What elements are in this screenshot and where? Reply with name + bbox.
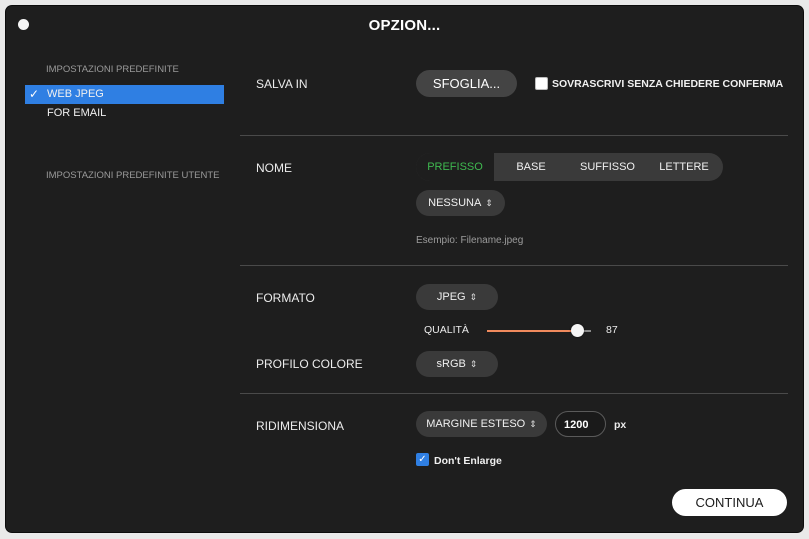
name-label: NOME	[256, 161, 292, 175]
sidebar-item-web-jpeg[interactable]: ✓ WEB JPEG	[25, 85, 224, 104]
divider	[240, 393, 788, 394]
filename-example: Esempio: Filename.jpeg	[416, 235, 524, 246]
quality-slider-fill	[487, 330, 578, 332]
chevron-updown-icon: ⇕	[485, 198, 493, 208]
dialog-title: OPZION...	[368, 17, 441, 34]
tab-lettere[interactable]: LETTERE	[647, 153, 721, 181]
chevron-updown-icon: ⇕	[469, 359, 478, 369]
continue-button[interactable]: CONTINUA	[672, 489, 787, 516]
tab-prefisso[interactable]: PREFISSO	[416, 153, 494, 181]
name-segmented-control: PREFISSO BASE SUFFISSO LETTERE	[416, 153, 723, 181]
presets-header: IMPOSTAZIONI PREDEFINITE	[46, 64, 179, 75]
format-select-value: JPEG	[436, 291, 466, 303]
dont-enlarge-checkbox[interactable]: ✓	[416, 453, 429, 466]
checkmark-icon: ✓	[29, 87, 40, 101]
sidebar-item-for-email[interactable]: FOR EMAIL	[25, 104, 224, 123]
chevron-updown-icon: ⇕	[529, 419, 537, 429]
overwrite-label: SOVRASCRIVI SENZA CHIEDERE CONFERMA	[552, 78, 784, 90]
format-select[interactable]: JPEG ⇕	[416, 284, 498, 310]
prefix-select-value: NESSUNA	[428, 197, 482, 209]
sidebar-item-label: FOR EMAIL	[47, 107, 107, 119]
resize-label: RIDIMENSIONA	[256, 419, 345, 433]
pixel-unit-label: px	[614, 419, 627, 431]
browse-button[interactable]: SFOGLIA...	[416, 70, 517, 97]
user-presets-header: IMPOSTAZIONI PREDEFINITE UTENTE	[46, 170, 220, 181]
format-label: FORMATO	[256, 291, 315, 305]
color-profile-label: PROFILO COLORE	[256, 357, 363, 371]
save-in-label: SALVA IN	[256, 77, 308, 91]
prefix-select[interactable]: NESSUNA ⇕	[416, 190, 505, 216]
divider	[240, 135, 788, 136]
chevron-updown-icon: ⇕	[469, 292, 478, 302]
resize-mode-value: MARGINE ESTESO	[426, 418, 526, 430]
quality-value: 87	[606, 324, 618, 336]
quality-label: QUALITÀ	[424, 324, 469, 336]
quality-slider-thumb[interactable]	[571, 324, 585, 337]
resize-pixels-input[interactable]: 1200	[555, 411, 606, 437]
options-dialog: OPZION... IMPOSTAZIONI PREDEFINITE ✓ WEB…	[6, 6, 803, 532]
overwrite-checkbox[interactable]	[535, 77, 548, 90]
sidebar-item-label: WEB JPEG	[47, 88, 104, 100]
dont-enlarge-label: Don't Enlarge	[434, 455, 502, 467]
resize-mode-select[interactable]: MARGINE ESTESO ⇕	[416, 411, 547, 437]
tab-suffisso[interactable]: SUFFISSO	[568, 153, 647, 181]
divider	[240, 265, 788, 266]
color-profile-value: sRGB	[436, 358, 466, 370]
tab-base[interactable]: BASE	[494, 153, 568, 181]
color-profile-select[interactable]: sRGB ⇕	[416, 351, 498, 377]
